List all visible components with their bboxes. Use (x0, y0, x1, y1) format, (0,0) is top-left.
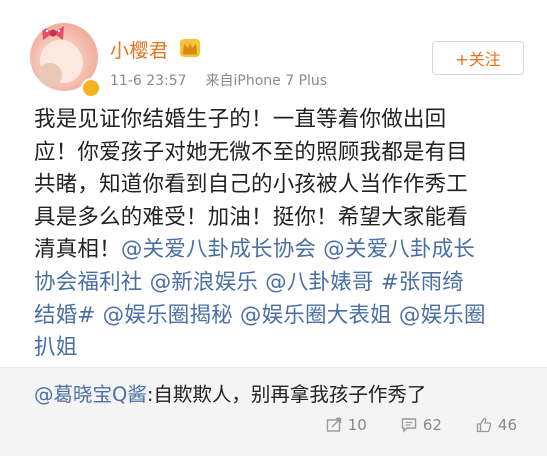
comment-icon (401, 418, 417, 433)
forward-button[interactable]: 10 (326, 416, 367, 434)
post-stats: 10 62 46 (326, 416, 517, 434)
bow-icon (42, 26, 64, 40)
comment-button[interactable]: 62 (401, 416, 442, 434)
post-meta: 11-6 23:57 来自iPhone 7 Plus (110, 70, 327, 90)
content-text: 具是多么的难受！加油！挺你！希望大家能看 (34, 204, 469, 230)
content-line: 应！你爱孩子对她无微不至的照顾我都是有目 (34, 137, 534, 170)
mention-link[interactable]: 结婚# (34, 303, 96, 328)
like-icon (476, 417, 492, 433)
verified-icon (81, 78, 101, 98)
content-line: 结婚# @娱乐圈揭秘 @娱乐圈大表姐 @娱乐圈 (34, 300, 534, 333)
content-line: 共睹，知道你看到自己的小孩被人当作作秀工 (34, 169, 534, 202)
content-line: 具是多么的难受！加油！挺你！希望大家能看 (34, 202, 534, 235)
mention-link[interactable]: @关爱八卦成长协会 (121, 237, 316, 262)
comment-section: @葛晓宝Q酱:自欺欺人，别再拿我孩子作秀了 10 62 46 (0, 367, 547, 456)
mention-link[interactable]: @新浪娱乐 (150, 270, 259, 295)
mention-link[interactable]: @娱乐圈揭秘 (103, 303, 233, 328)
content-line: 我是见证你结婚生子的！一直等着你做出回 (34, 104, 534, 137)
comment-mention[interactable]: @葛晓宝Q酱 (34, 383, 147, 406)
user-name[interactable]: 小樱君 (110, 36, 169, 63)
content-text: 我是见证你结婚生子的！一直等着你做出回 (34, 107, 447, 132)
content-text: 共睹，知道你看到自己的小孩被人当作作秀工 (34, 172, 469, 198)
mention-link[interactable]: @娱乐圈大表姐 (240, 303, 392, 328)
mention-link[interactable]: #张雨绮 (381, 270, 464, 295)
content-text: 应！你爱孩子对她无微不至的照顾我都是有目 (34, 139, 469, 165)
post-source: 来自iPhone 7 Plus (205, 73, 328, 89)
avatar-bear (38, 63, 62, 87)
content-text (96, 303, 103, 328)
mention-link[interactable]: 扒姐 (34, 335, 77, 360)
content-line: 协会福利社 @新浪娱乐 @八卦婊哥 #张雨绮 (34, 267, 534, 300)
follow-label: +关注 (455, 50, 501, 69)
crown-icon (180, 39, 200, 57)
content-text (392, 303, 399, 328)
content-text (233, 303, 240, 328)
content-text: 清真相！ (34, 237, 121, 263)
post-timestamp: 11-6 23:57 (110, 73, 187, 89)
mention-link[interactable]: @娱乐圈 (399, 303, 486, 328)
content-line: 清真相！@关爱八卦成长协会 @关爱八卦成长 (34, 234, 534, 267)
mention-link[interactable]: @八卦婊哥 (265, 270, 374, 295)
mention-link[interactable]: @关爱八卦成长 (323, 237, 475, 262)
like-count: 46 (497, 416, 517, 434)
follow-button[interactable]: +关注 (432, 41, 524, 75)
post-content: 我是见证你结婚生子的！一直等着你做出回 应！你爱孩子对她无微不至的照顾我都是有目共… (34, 104, 534, 365)
forward-count: 10 (347, 416, 367, 434)
content-text (143, 270, 150, 295)
forward-icon (326, 417, 341, 432)
like-button[interactable]: 46 (476, 416, 517, 434)
content-text (374, 270, 381, 295)
weibo-post: 小樱君 11-6 23:57 来自iPhone 7 Plus +关注 我是见证你… (0, 0, 547, 456)
comment-text: @葛晓宝Q酱:自欺欺人，别再拿我孩子作秀了 (34, 378, 426, 407)
mention-link[interactable]: 协会福利社 (34, 270, 143, 295)
comment-body: :自欺欺人，别再拿我孩子作秀了 (146, 383, 427, 406)
comment-count: 62 (422, 416, 442, 434)
content-line: 扒姐 (34, 332, 534, 365)
